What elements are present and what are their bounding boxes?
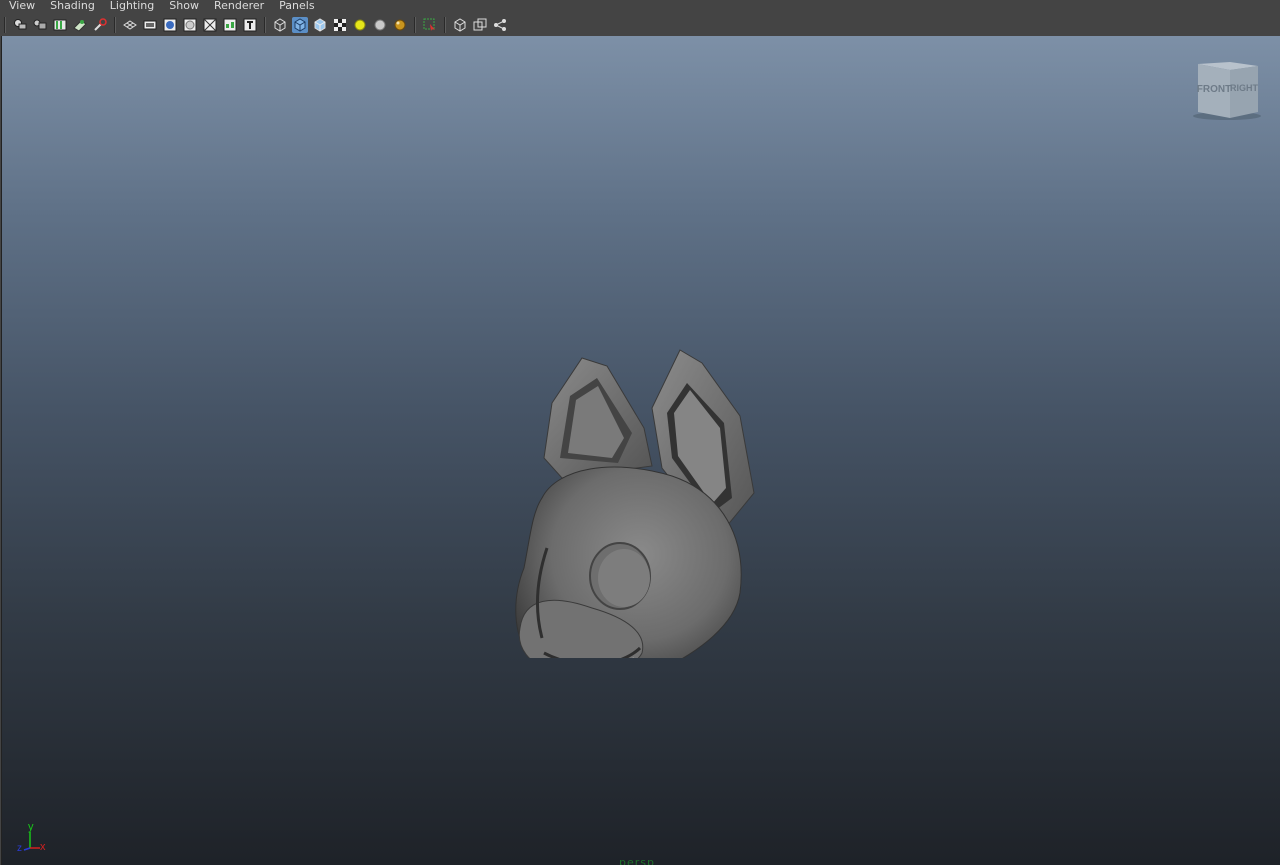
menu-shading[interactable]: Shading [42, 0, 102, 11]
isolate-select-icon[interactable] [422, 17, 438, 33]
xray-active-components-icon[interactable] [472, 17, 488, 33]
toolbar-separator [264, 16, 266, 33]
viewcube-front-label[interactable]: FRONT [1197, 84, 1231, 95]
all-lights-icon[interactable] [372, 17, 388, 33]
use-default-lighting-icon[interactable] [352, 17, 368, 33]
axis-z-label: z [17, 843, 22, 854]
resolution-gate-icon[interactable] [162, 17, 178, 33]
menu-view[interactable]: View [0, 0, 42, 11]
panel-toolbar [0, 13, 1280, 36]
axis-gizmo: y x z [17, 821, 46, 854]
bookmarks-icon[interactable] [52, 17, 68, 33]
image-plane-icon[interactable] [72, 17, 88, 33]
grid-icon[interactable] [122, 17, 138, 33]
cartoon-fox-head-model[interactable] [502, 308, 772, 658]
viewcube-right-label[interactable]: RIGHT [1230, 83, 1259, 93]
viewcube[interactable]: FRONT RIGHT [1192, 60, 1262, 124]
axis-x-label: x [40, 841, 46, 853]
camera-name-label: persp [619, 856, 655, 865]
safe-title-icon[interactable] [242, 17, 258, 33]
smooth-shade-icon[interactable] [292, 16, 308, 33]
menu-panels[interactable]: Panels [271, 0, 321, 11]
axis-y-label: y [28, 821, 34, 833]
toolbar-separator [414, 16, 416, 33]
camera-attributes-icon[interactable] [32, 17, 48, 33]
textured-icon[interactable] [332, 17, 348, 33]
toolbar-separator [114, 16, 116, 33]
menu-lighting[interactable]: Lighting [102, 0, 161, 11]
default-material-icon[interactable] [312, 17, 328, 33]
2d-pan-zoom-icon[interactable] [92, 17, 108, 33]
xray-icon[interactable] [452, 17, 468, 33]
film-gate-icon[interactable] [142, 17, 158, 33]
xray-joints-icon[interactable] [492, 17, 508, 33]
viewport-menubar: View Shading Lighting Show Renderer Pane… [0, 0, 1280, 13]
menu-renderer[interactable]: Renderer [206, 0, 271, 11]
gate-mask-icon[interactable] [182, 17, 198, 33]
field-chart-icon[interactable] [202, 17, 218, 33]
safe-action-icon[interactable] [222, 17, 238, 33]
toolbar-separator [4, 16, 6, 33]
shadows-icon[interactable] [392, 17, 408, 33]
menu-show[interactable]: Show [161, 0, 206, 11]
wireframe-icon[interactable] [272, 17, 288, 33]
toolbar-separator [444, 16, 446, 33]
perspective-viewport[interactable]: FRONT RIGHT y x z persp [1, 36, 1280, 865]
select-camera-icon[interactable] [12, 17, 28, 33]
